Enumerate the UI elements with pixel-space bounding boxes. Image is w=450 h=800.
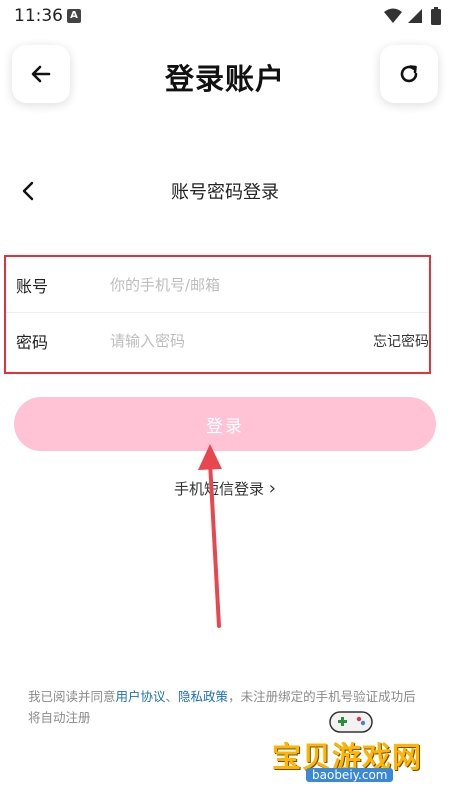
password-row: 密码 忘记密码 bbox=[6, 313, 429, 368]
agreement-text: 我已阅读并同意用户协议、隐私政策，未注册绑定的手机号验证成功后将自动注册 bbox=[28, 686, 423, 728]
login-form: 账号 密码 忘记密码 bbox=[4, 255, 431, 374]
account-label: 账号 bbox=[16, 277, 49, 296]
chevron-right-icon: › bbox=[268, 478, 276, 499]
sms-login-link[interactable]: 手机短信登录 › bbox=[0, 478, 450, 499]
status-bar: 11:36 A bbox=[0, 0, 450, 32]
wifi-icon bbox=[384, 8, 402, 23]
signal-icon bbox=[408, 9, 422, 23]
sub-title: 账号密码登录 bbox=[171, 182, 279, 203]
agreement-separator: 、 bbox=[165, 689, 179, 704]
header: 登录账户 bbox=[0, 40, 450, 110]
password-input[interactable] bbox=[108, 325, 352, 357]
agreement-prefix: 我已阅读并同意 bbox=[28, 689, 116, 704]
forgot-password-link[interactable]: 忘记密码 bbox=[373, 331, 429, 351]
sms-login-label: 手机短信登录 bbox=[174, 480, 265, 498]
privacy-policy-link[interactable]: 隐私政策 bbox=[178, 689, 228, 704]
watermark-url: baobeiy.com bbox=[306, 768, 394, 782]
watermark-name: 宝贝游戏网 bbox=[272, 740, 423, 774]
account-input[interactable] bbox=[108, 269, 352, 301]
password-label: 密码 bbox=[16, 333, 49, 352]
account-row: 账号 bbox=[6, 257, 429, 313]
user-agreement-link[interactable]: 用户协议 bbox=[116, 689, 166, 704]
status-time: 11:36 bbox=[14, 6, 63, 26]
battery-icon bbox=[431, 7, 441, 25]
annotation-arrow-icon bbox=[198, 444, 222, 628]
login-button[interactable]: 登录 bbox=[14, 397, 436, 451]
refresh-icon bbox=[400, 65, 418, 83]
notification-icon: A bbox=[67, 9, 81, 23]
refresh-button[interactable] bbox=[380, 45, 438, 103]
